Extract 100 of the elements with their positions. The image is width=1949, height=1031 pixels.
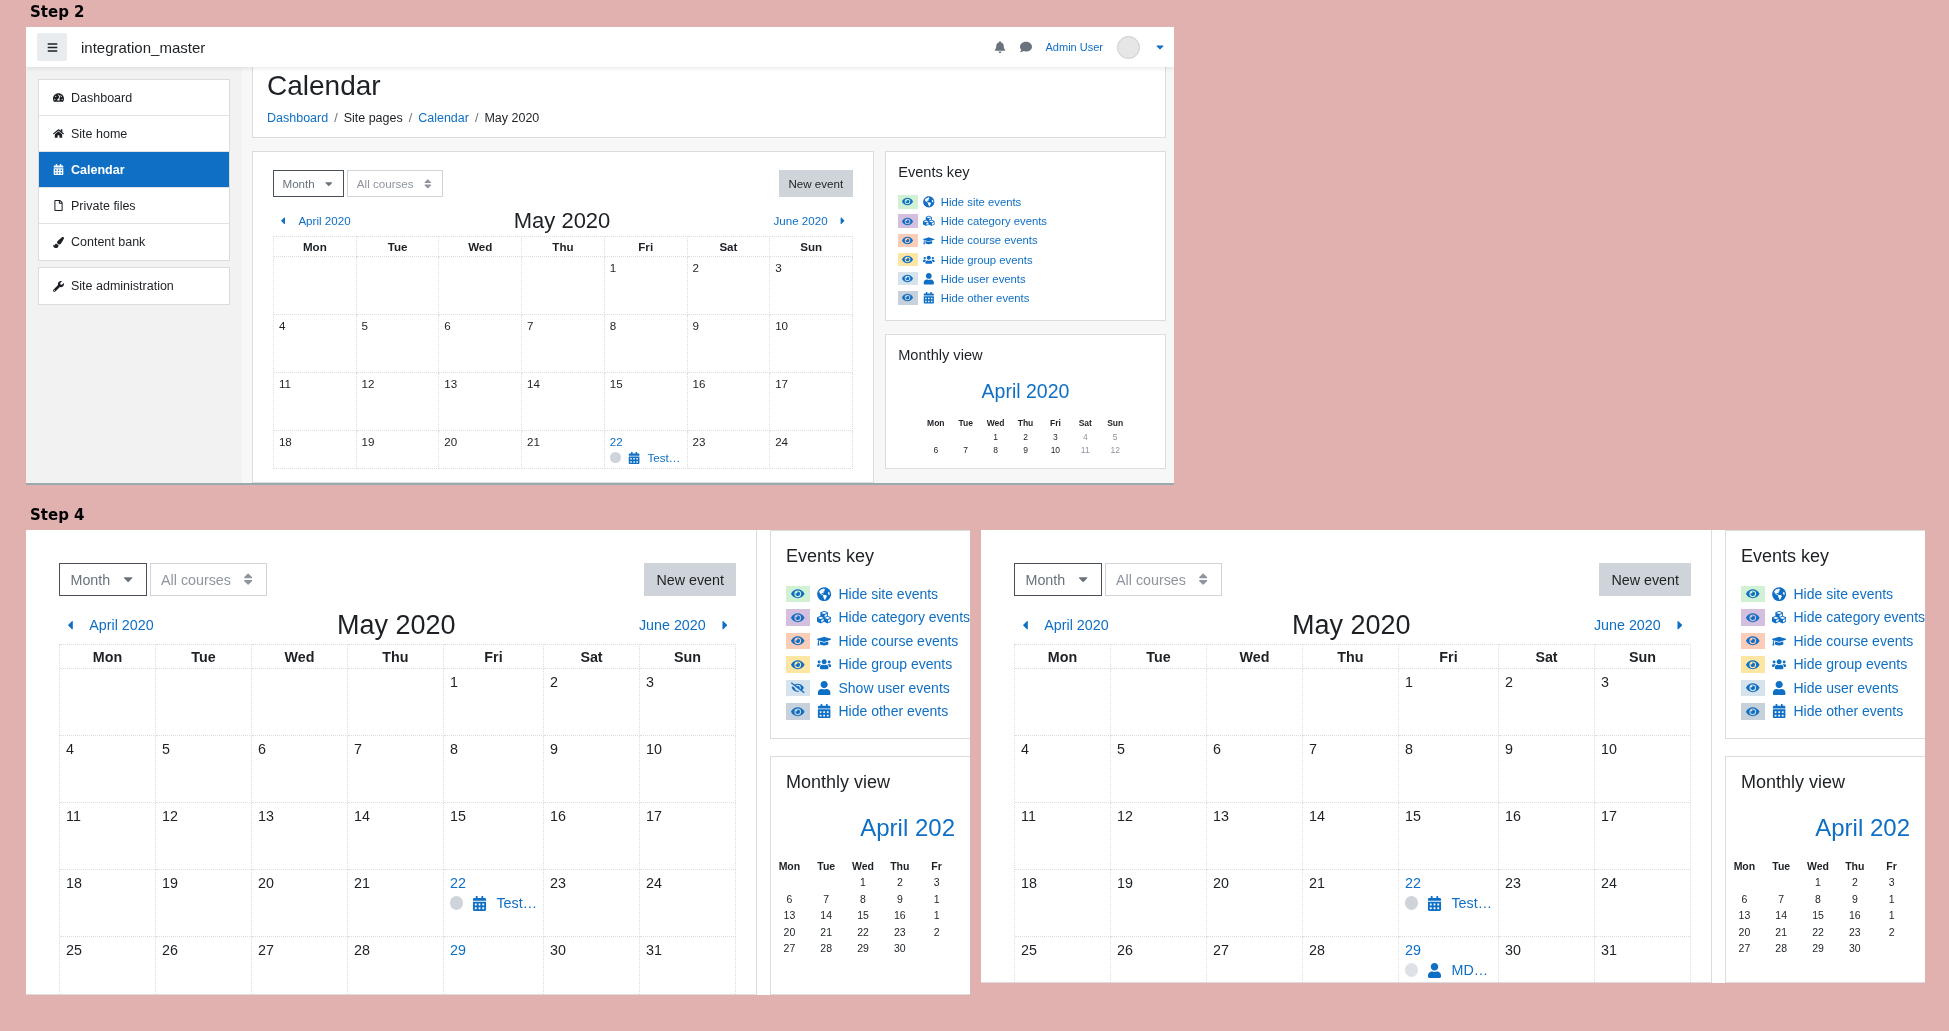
day-number: 10: [1601, 740, 1617, 757]
event-type-link[interactable]: Hide site events: [1793, 585, 1894, 602]
month-link[interactable]: April 202: [786, 813, 955, 842]
event-type-link[interactable]: Hide course events: [838, 632, 959, 649]
sidebar-item[interactable]: Calendar: [39, 152, 229, 188]
day-number: 5: [162, 740, 170, 757]
weekday-header: Fri: [604, 236, 688, 257]
view-select[interactable]: Month: [273, 170, 345, 197]
day-number: 1: [1814, 876, 1822, 888]
user-icon: [1427, 962, 1443, 978]
view-select[interactable]: Month: [59, 563, 147, 596]
event-link[interactable]: Test…: [1451, 895, 1492, 911]
event-type-link[interactable]: Hide other events: [1793, 703, 1904, 720]
day-link[interactable]: 29: [1404, 941, 1421, 958]
calendar-title: May 2020: [337, 609, 456, 641]
visibility-badge[interactable]: [1741, 585, 1765, 602]
new-event-button[interactable]: New event: [778, 170, 853, 197]
next-month-link[interactable]: June 2020: [1593, 617, 1687, 633]
event-type-link[interactable]: Hide course events: [940, 234, 1038, 247]
event-type-link[interactable]: Hide user events: [1793, 679, 1899, 696]
visibility-badge[interactable]: [1741, 656, 1765, 673]
day-number: 18: [66, 874, 82, 891]
visibility-badge[interactable]: [898, 214, 918, 228]
event-type-link[interactable]: Hide group events: [940, 253, 1033, 266]
event-type-link[interactable]: Hide site events: [940, 195, 1022, 208]
visibility-badge[interactable]: [898, 291, 918, 305]
day-number: 24: [646, 874, 662, 891]
day-link[interactable]: 22: [1404, 874, 1421, 891]
day-link[interactable]: 22: [609, 434, 623, 448]
visibility-badge[interactable]: [786, 585, 810, 602]
user-icon: [817, 680, 832, 695]
month-link[interactable]: April 2020: [898, 380, 1153, 404]
day-number: 9: [895, 892, 904, 905]
day-number: 2: [550, 673, 558, 690]
visibility-badge[interactable]: [1741, 703, 1765, 720]
day-number: 6: [932, 445, 940, 456]
visibility-badge[interactable]: [1741, 609, 1765, 626]
event-type-link[interactable]: Hide course events: [1793, 632, 1914, 649]
day-number: 7: [962, 445, 970, 456]
visibility-badge[interactable]: [786, 632, 810, 649]
day-number: 1: [932, 892, 941, 905]
course-select[interactable]: All courses: [149, 563, 268, 596]
course-select[interactable]: All courses: [347, 170, 444, 197]
event-type-link[interactable]: Hide other events: [838, 703, 949, 720]
bell-icon[interactable]: [993, 41, 1006, 53]
event-link[interactable]: MD…: [1451, 962, 1488, 978]
day-number: 1: [609, 260, 617, 274]
day-number: 25: [1021, 941, 1037, 958]
event-type-link[interactable]: Hide group events: [1793, 656, 1908, 673]
visibility-badge[interactable]: [786, 656, 810, 673]
visibility-badge[interactable]: [786, 703, 810, 720]
next-month-link[interactable]: June 2020: [773, 214, 849, 228]
event-link[interactable]: Test…: [496, 895, 537, 911]
day-link[interactable]: 29: [449, 941, 466, 958]
day-number: 17: [775, 376, 789, 390]
visibility-badge[interactable]: [898, 233, 918, 248]
breadcrumb-link[interactable]: Calendar: [418, 111, 469, 125]
event-link[interactable]: Test…: [647, 451, 681, 465]
user-icon: [923, 272, 936, 285]
visibility-badge[interactable]: [1741, 632, 1765, 649]
previous-month-link[interactable]: April 2020: [1018, 617, 1109, 633]
day-number: 8: [992, 445, 999, 456]
course-select[interactable]: All courses: [1104, 563, 1223, 596]
day-number: 12: [1109, 445, 1121, 456]
weekday-header: Wed: [1806, 859, 1830, 872]
breadcrumb-link[interactable]: Dashboard: [267, 111, 329, 125]
event-type-link[interactable]: Hide site events: [838, 585, 939, 602]
event-type-link[interactable]: Hide user events: [940, 272, 1026, 285]
visibility-badge[interactable]: [898, 272, 918, 286]
previous-month-link[interactable]: April 2020: [63, 617, 154, 633]
visibility-badge[interactable]: [1741, 679, 1765, 696]
event-type-link[interactable]: Hide group events: [838, 656, 953, 673]
event-type-link[interactable]: Hide category events: [1793, 609, 1925, 626]
new-event-button[interactable]: New event: [644, 563, 736, 596]
day-number: 13: [258, 807, 274, 824]
event-type-link[interactable]: Show user events: [838, 679, 950, 696]
visibility-badge[interactable]: [786, 679, 810, 696]
visibility-badge[interactable]: [786, 609, 810, 626]
event-type-link[interactable]: Hide other events: [940, 291, 1030, 304]
next-month-link[interactable]: June 2020: [638, 617, 732, 633]
weekday-header: Fr: [1885, 859, 1898, 872]
previous-month-link[interactable]: April 2020: [277, 214, 351, 228]
menu-button[interactable]: [37, 33, 67, 61]
card-title: Events key: [898, 164, 971, 181]
new-event-button[interactable]: New event: [1599, 563, 1691, 596]
calendar-title: May 2020: [513, 207, 611, 234]
month-link[interactable]: April 202: [1741, 813, 1910, 842]
day-number: 21: [353, 874, 370, 891]
visibility-badge[interactable]: [898, 195, 918, 209]
chat-icon[interactable]: [1019, 41, 1032, 53]
visibility-badge[interactable]: [898, 252, 918, 267]
view-select[interactable]: Month: [1014, 563, 1102, 596]
day-link[interactable]: 22: [449, 874, 466, 891]
weekday-header: Thu: [1302, 643, 1399, 669]
day-number: 4: [1021, 740, 1029, 757]
day-number: 12: [1117, 807, 1133, 824]
day-number: 27: [1213, 941, 1229, 958]
event-type-link[interactable]: Hide category events: [940, 215, 1047, 228]
event-type-link[interactable]: Hide category events: [838, 609, 970, 626]
user-name-link[interactable]: Admin User: [1045, 41, 1103, 53]
